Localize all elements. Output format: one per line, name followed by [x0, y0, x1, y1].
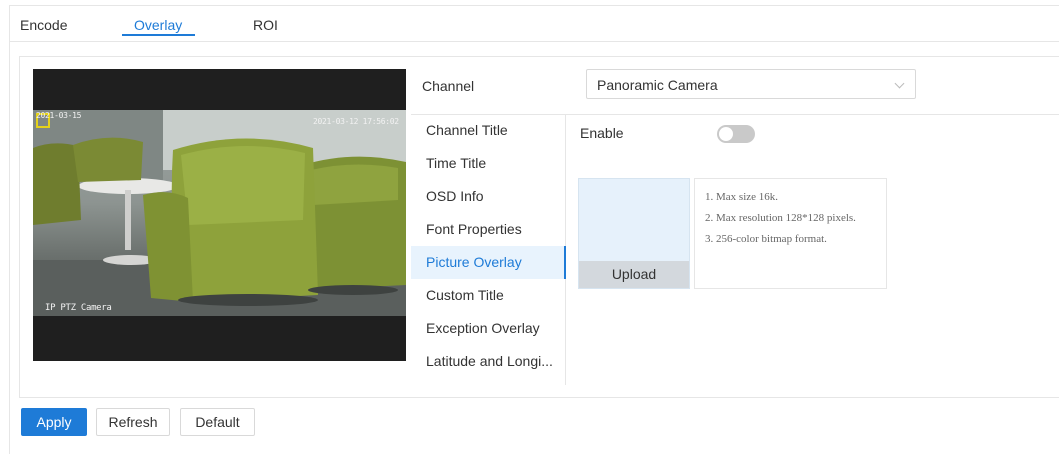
- menu-item-picture-overlay-label: Picture Overlay: [426, 254, 522, 270]
- tab-encode[interactable]: Encode: [20, 17, 67, 33]
- menu-item-channel-title[interactable]: Channel Title: [411, 114, 565, 147]
- enable-label: Enable: [580, 125, 624, 141]
- hint-max-resolution: 2. Max resolution 128*128 pixels.: [705, 212, 856, 224]
- refresh-button[interactable]: Refresh: [96, 408, 170, 436]
- video-preview[interactable]: 2021-03-15 2021-03-12 17:56:02 IP PTZ Ca…: [33, 69, 406, 361]
- upload-button[interactable]: Upload: [579, 261, 689, 288]
- tab-roi[interactable]: ROI: [253, 17, 278, 33]
- active-tab-indicator: [122, 34, 195, 36]
- tab-overlay[interactable]: Overlay: [134, 17, 182, 33]
- active-menu-indicator: [564, 246, 566, 279]
- menu-item-custom-title[interactable]: Custom Title: [411, 279, 565, 312]
- camera-scene-image: [33, 110, 406, 316]
- menu-item-font-properties[interactable]: Font Properties: [411, 213, 565, 246]
- channel-label: Channel: [422, 78, 475, 94]
- menu-item-time-title[interactable]: Time Title: [411, 147, 565, 180]
- default-button[interactable]: Default: [180, 408, 255, 436]
- upload-requirements: 1. Max size 16k. 2. Max resolution 128*1…: [694, 178, 887, 289]
- picture-preview-box: Upload: [578, 178, 690, 289]
- channel-select[interactable]: Panoramic Camera: [586, 69, 916, 99]
- hint-bitmap-format: 3. 256-color bitmap format.: [705, 233, 827, 245]
- osd-time-text: 2021-03-12 17:56:02: [313, 117, 399, 126]
- menu-item-latitude-longitude[interactable]: Latitude and Longi...: [411, 345, 565, 378]
- osd-date-text: 2021-03-15: [36, 111, 82, 120]
- channel-select-value: Panoramic Camera: [597, 77, 718, 93]
- osd-channel-title: IP PTZ Camera: [45, 303, 112, 313]
- toggle-knob: [719, 127, 733, 141]
- enable-toggle[interactable]: [717, 125, 755, 143]
- chevron-down-icon: [894, 78, 905, 89]
- camera-scene-graphic: [33, 110, 406, 316]
- menu-item-picture-overlay[interactable]: Picture Overlay: [411, 246, 566, 279]
- apply-button[interactable]: Apply: [21, 408, 87, 436]
- menu-item-osd-info[interactable]: OSD Info: [411, 180, 565, 213]
- menu-item-exception-overlay[interactable]: Exception Overlay: [411, 312, 565, 345]
- hint-max-size: 1. Max size 16k.: [705, 191, 779, 203]
